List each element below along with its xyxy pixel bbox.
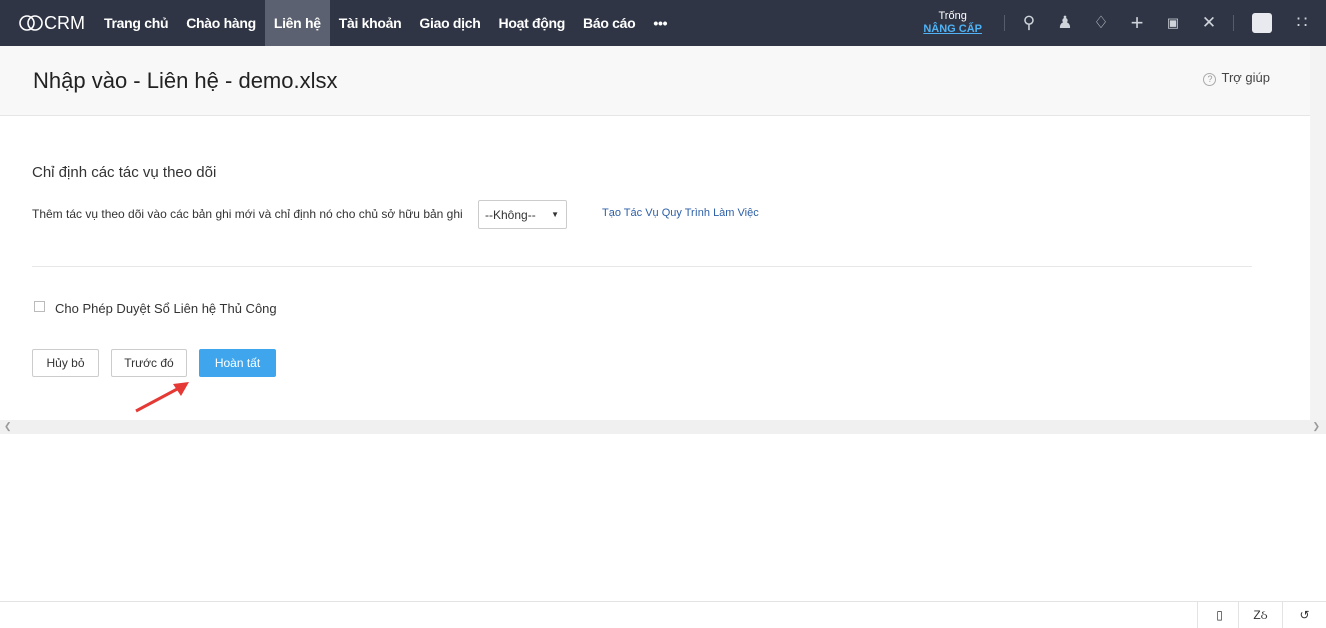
manual-approve-label: Cho Phép Duyệt Sổ Liên hệ Thủ Công: [55, 301, 277, 316]
translate-icon[interactable]: Zઠ: [1238, 602, 1282, 628]
upgrade-link[interactable]: NÂNG CẤP: [923, 23, 982, 35]
finish-button[interactable]: Hoàn tất: [199, 349, 276, 377]
plan-label: Trống: [938, 10, 967, 22]
logo-text: CRM: [44, 12, 85, 33]
history-icon[interactable]: ↺: [1282, 602, 1326, 628]
bell-icon[interactable]: ♢: [1083, 13, 1119, 33]
nav-item-4[interactable]: Giao dịch: [410, 0, 489, 46]
import-form: Chỉ định các tác vụ theo dõi Thêm tác vụ…: [0, 117, 1310, 420]
top-nav-bar: CRM Trang chủ Chào hàng Liên hệ Tài khoản Gi…: [0, 0, 1326, 46]
nav-item-6[interactable]: Báo cáo: [574, 0, 644, 46]
section-heading: Chỉ định các tác vụ theo dõi: [32, 164, 217, 181]
crm-logo[interactable]: CRM: [18, 13, 85, 34]
plan-info: Trống NÂNG CẤP: [923, 10, 982, 36]
divider: [1233, 15, 1234, 31]
nav-item-3[interactable]: Tài khoản: [330, 0, 411, 46]
select-value: --Không--: [485, 208, 536, 222]
search-icon[interactable]: ⚲: [1011, 13, 1047, 33]
avatar[interactable]: [1252, 13, 1272, 33]
tools-icon[interactable]: ✕: [1191, 13, 1227, 33]
plus-icon[interactable]: +: [1119, 10, 1155, 36]
page-title: Nhập vào - Liên hệ - demo.xlsx: [33, 68, 338, 93]
help-icon: ?: [1203, 73, 1217, 86]
apps-grid-icon[interactable]: ∷: [1284, 13, 1320, 33]
logo-icon: [19, 15, 43, 31]
create-workflow-task-link[interactable]: Tạo Tác Vụ Quy Trình Làm Việc: [602, 207, 759, 219]
divider: [32, 266, 1252, 267]
help-label: Trợ giúp: [1221, 70, 1270, 85]
footer-bar: ▯ Zઠ ↺: [0, 601, 1326, 628]
nav-item-0[interactable]: Trang chủ: [95, 0, 177, 46]
help-link[interactable]: ? Trợ giúp: [1203, 70, 1270, 86]
page-header: Nhập vào - Liên hệ - demo.xlsx ? Trợ giúp: [0, 46, 1310, 116]
divider: [1004, 15, 1005, 31]
manual-approve-checkbox[interactable]: [34, 301, 45, 312]
previous-button[interactable]: Trước đó: [111, 349, 187, 377]
followup-select[interactable]: --Không-- ▼: [478, 200, 567, 229]
horizontal-scrollbar[interactable]: ❮ ❯: [0, 420, 1326, 434]
nav-item-1[interactable]: Chào hàng: [177, 0, 265, 46]
nav-item-7[interactable]: •••: [644, 0, 676, 46]
nav-item-2[interactable]: Liên hệ: [264, 0, 330, 46]
chevron-down-icon: ▼: [551, 210, 559, 219]
annotation-arrow-icon: [135, 382, 189, 413]
notes-icon[interactable]: ▯: [1197, 602, 1241, 628]
vertical-scrollbar[interactable]: [1310, 46, 1326, 420]
followup-label: Thêm tác vụ theo dõi vào các bản ghi mới…: [32, 207, 463, 221]
calendar-icon[interactable]: ▣: [1155, 15, 1191, 31]
nav-item-5[interactable]: Hoạt động: [490, 0, 575, 46]
cancel-button[interactable]: Hủy bỏ: [32, 349, 99, 377]
contacts-icon[interactable]: ♟: [1047, 13, 1083, 33]
